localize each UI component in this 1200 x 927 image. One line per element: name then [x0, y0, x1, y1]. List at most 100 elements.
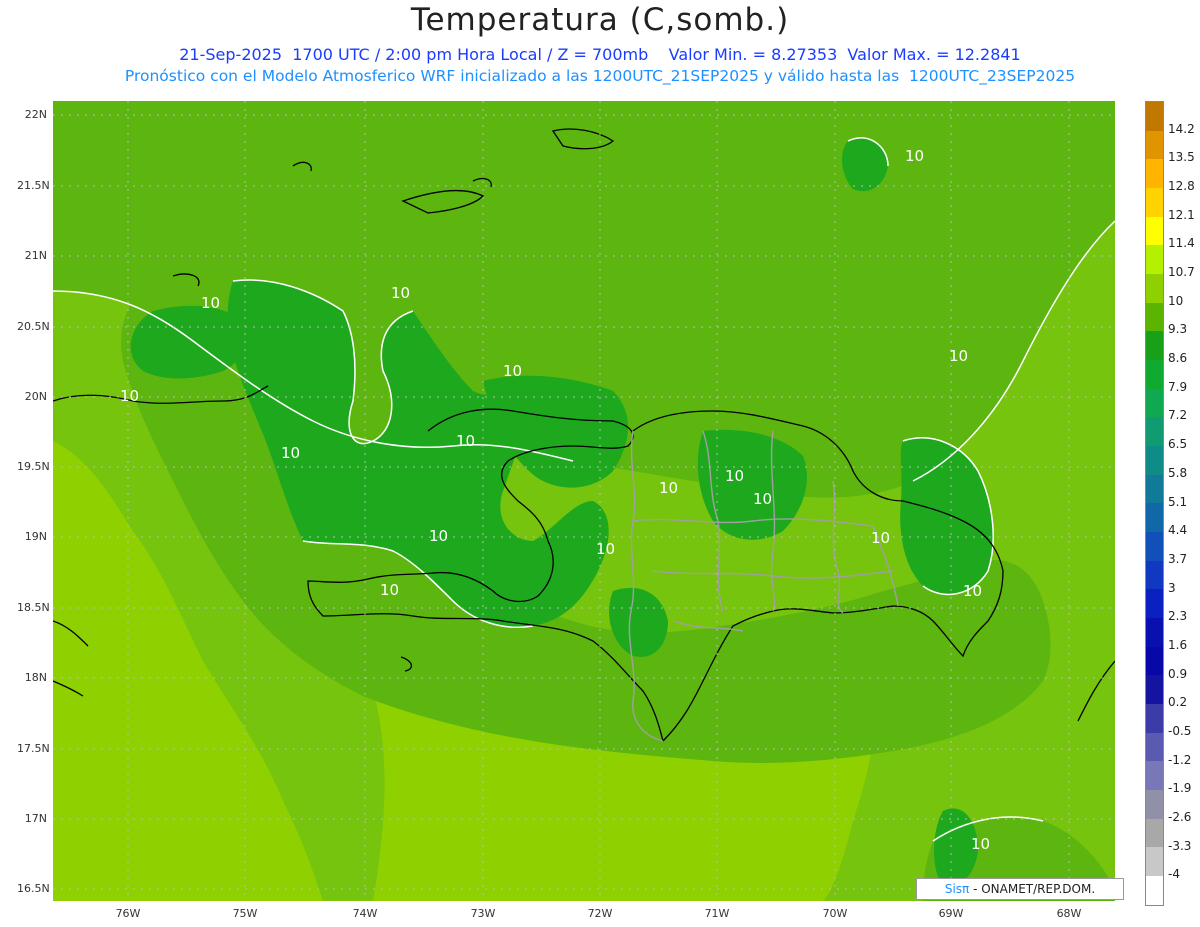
contour-label: 10	[120, 387, 139, 405]
color-swatch	[1146, 388, 1163, 418]
color-swatch	[1146, 302, 1163, 332]
contour-label: 10	[503, 362, 522, 380]
color-scale-label: 10.7	[1168, 265, 1195, 280]
color-swatch	[1146, 331, 1163, 361]
subtitle-time-values: 21-Sep-2025 1700 UTC / 2:00 pm Hora Loca…	[179, 45, 1021, 64]
lon-label: 69W	[938, 907, 964, 920]
lon-label: 74W	[352, 907, 378, 920]
contour-label: 10	[949, 347, 968, 365]
contour-label: 10	[201, 294, 220, 312]
color-scale-label: 0.9	[1168, 666, 1188, 681]
color-scale-label: 8.6	[1168, 351, 1188, 366]
color-swatch	[1146, 130, 1163, 160]
color-scale-label: -4	[1168, 867, 1180, 882]
contour-label: 10	[456, 432, 475, 450]
color-scale-label: 7.9	[1168, 379, 1188, 394]
color-swatch	[1146, 675, 1163, 705]
color-scale-label: -1.9	[1168, 781, 1192, 796]
lon-label: 71W	[704, 907, 730, 920]
color-scale-label: 11.4	[1168, 236, 1195, 251]
temperature-map: 10 10 10 10 10 10 10 10 10 10 10 10 10 1…	[53, 101, 1115, 901]
color-scale-label: 9.3	[1168, 322, 1188, 337]
contour-label: 10	[391, 284, 410, 302]
color-scale-label: 7.2	[1168, 408, 1188, 423]
color-swatch	[1146, 790, 1163, 819]
credit-text: - ONAMET/REP.DOM.	[969, 882, 1096, 896]
lat-label: 18N	[24, 671, 47, 684]
color-swatch	[1146, 417, 1163, 447]
contour-label: 10	[659, 479, 678, 497]
lat-label: 17N	[24, 812, 47, 825]
contour-label: 10	[380, 581, 399, 599]
contour-label: 10	[429, 527, 448, 545]
lon-label: 70W	[822, 907, 848, 920]
lat-label: 20N	[24, 390, 47, 403]
color-scale-label: 13.5	[1168, 150, 1195, 165]
color-scale-label: -2.6	[1168, 809, 1192, 824]
lat-label: 21.5N	[17, 179, 50, 192]
color-scale-label: 5.1	[1168, 494, 1188, 509]
color-scale-bar	[1145, 101, 1164, 906]
lon-label: 68W	[1056, 907, 1082, 920]
contour-label: 10	[871, 529, 890, 547]
color-swatch	[1146, 274, 1163, 303]
contour-label: 10	[905, 147, 924, 165]
color-scale-label: 4.4	[1168, 523, 1188, 538]
map-canvas: 10 10 10 10 10 10 10 10 10 10 10 10 10 1…	[53, 101, 1115, 901]
color-scale-label: -1.2	[1168, 752, 1192, 767]
contour-label: 10	[281, 444, 300, 462]
color-swatch	[1146, 503, 1163, 533]
color-swatch	[1146, 245, 1163, 275]
credit-sis: Sisπ	[944, 882, 970, 896]
color-swatch	[1146, 646, 1163, 676]
lon-label: 75W	[232, 907, 258, 920]
color-swatch	[1146, 474, 1163, 504]
color-scale-label: 6.5	[1168, 437, 1188, 452]
color-scale-label: -0.5	[1168, 723, 1192, 738]
lat-label: 22N	[24, 108, 47, 121]
color-scale-label: 1.6	[1168, 637, 1188, 652]
color-swatch	[1146, 188, 1163, 217]
lat-label: 21N	[24, 249, 47, 262]
lat-label: 20.5N	[17, 320, 50, 333]
lat-label: 16.5N	[17, 882, 50, 895]
subtitle-model-info: Pronóstico con el Modelo Atmosferico WRF…	[124, 67, 1076, 85]
color-scale-label: 5.8	[1168, 465, 1188, 480]
color-swatch	[1146, 876, 1163, 905]
contour-label: 10	[596, 540, 615, 558]
color-scale-label: -3.3	[1168, 838, 1192, 853]
color-scale-label: 2.3	[1168, 609, 1188, 624]
color-scale-label: 3	[1168, 580, 1176, 595]
color-swatch	[1146, 847, 1163, 877]
credit-box: Sisπ - ONAMET/REP.DOM.	[916, 878, 1124, 900]
color-swatch	[1146, 216, 1163, 246]
lat-label: 18.5N	[17, 601, 50, 614]
color-scale-label: 3.7	[1168, 551, 1188, 566]
color-swatch	[1146, 360, 1163, 389]
lon-label: 76W	[115, 907, 141, 920]
chart-title: Temperatura (C,somb.)	[410, 2, 790, 38]
color-swatch	[1146, 618, 1163, 647]
color-swatch	[1146, 704, 1163, 733]
color-swatch	[1146, 446, 1163, 475]
lat-label: 19.5N	[17, 460, 50, 473]
color-swatch	[1146, 102, 1163, 131]
color-swatch	[1146, 732, 1163, 762]
color-scale-label: 12.1	[1168, 207, 1195, 222]
contour-label: 10	[971, 835, 990, 853]
color-scale-label: 0.2	[1168, 695, 1188, 710]
color-swatch	[1146, 532, 1163, 561]
contour-label: 10	[753, 490, 772, 508]
contour-label: 10	[963, 582, 982, 600]
color-swatch	[1146, 589, 1163, 619]
contour-label: 10	[725, 467, 744, 485]
color-swatch	[1146, 761, 1163, 791]
color-scale-label: 10	[1168, 293, 1184, 308]
lon-label: 72W	[587, 907, 613, 920]
lon-label: 73W	[470, 907, 496, 920]
color-scale-label: 12.8	[1168, 179, 1195, 194]
color-swatch	[1146, 560, 1163, 590]
color-swatch	[1146, 159, 1163, 189]
color-scale-label: 14.2	[1168, 121, 1195, 136]
color-swatch	[1146, 818, 1163, 848]
